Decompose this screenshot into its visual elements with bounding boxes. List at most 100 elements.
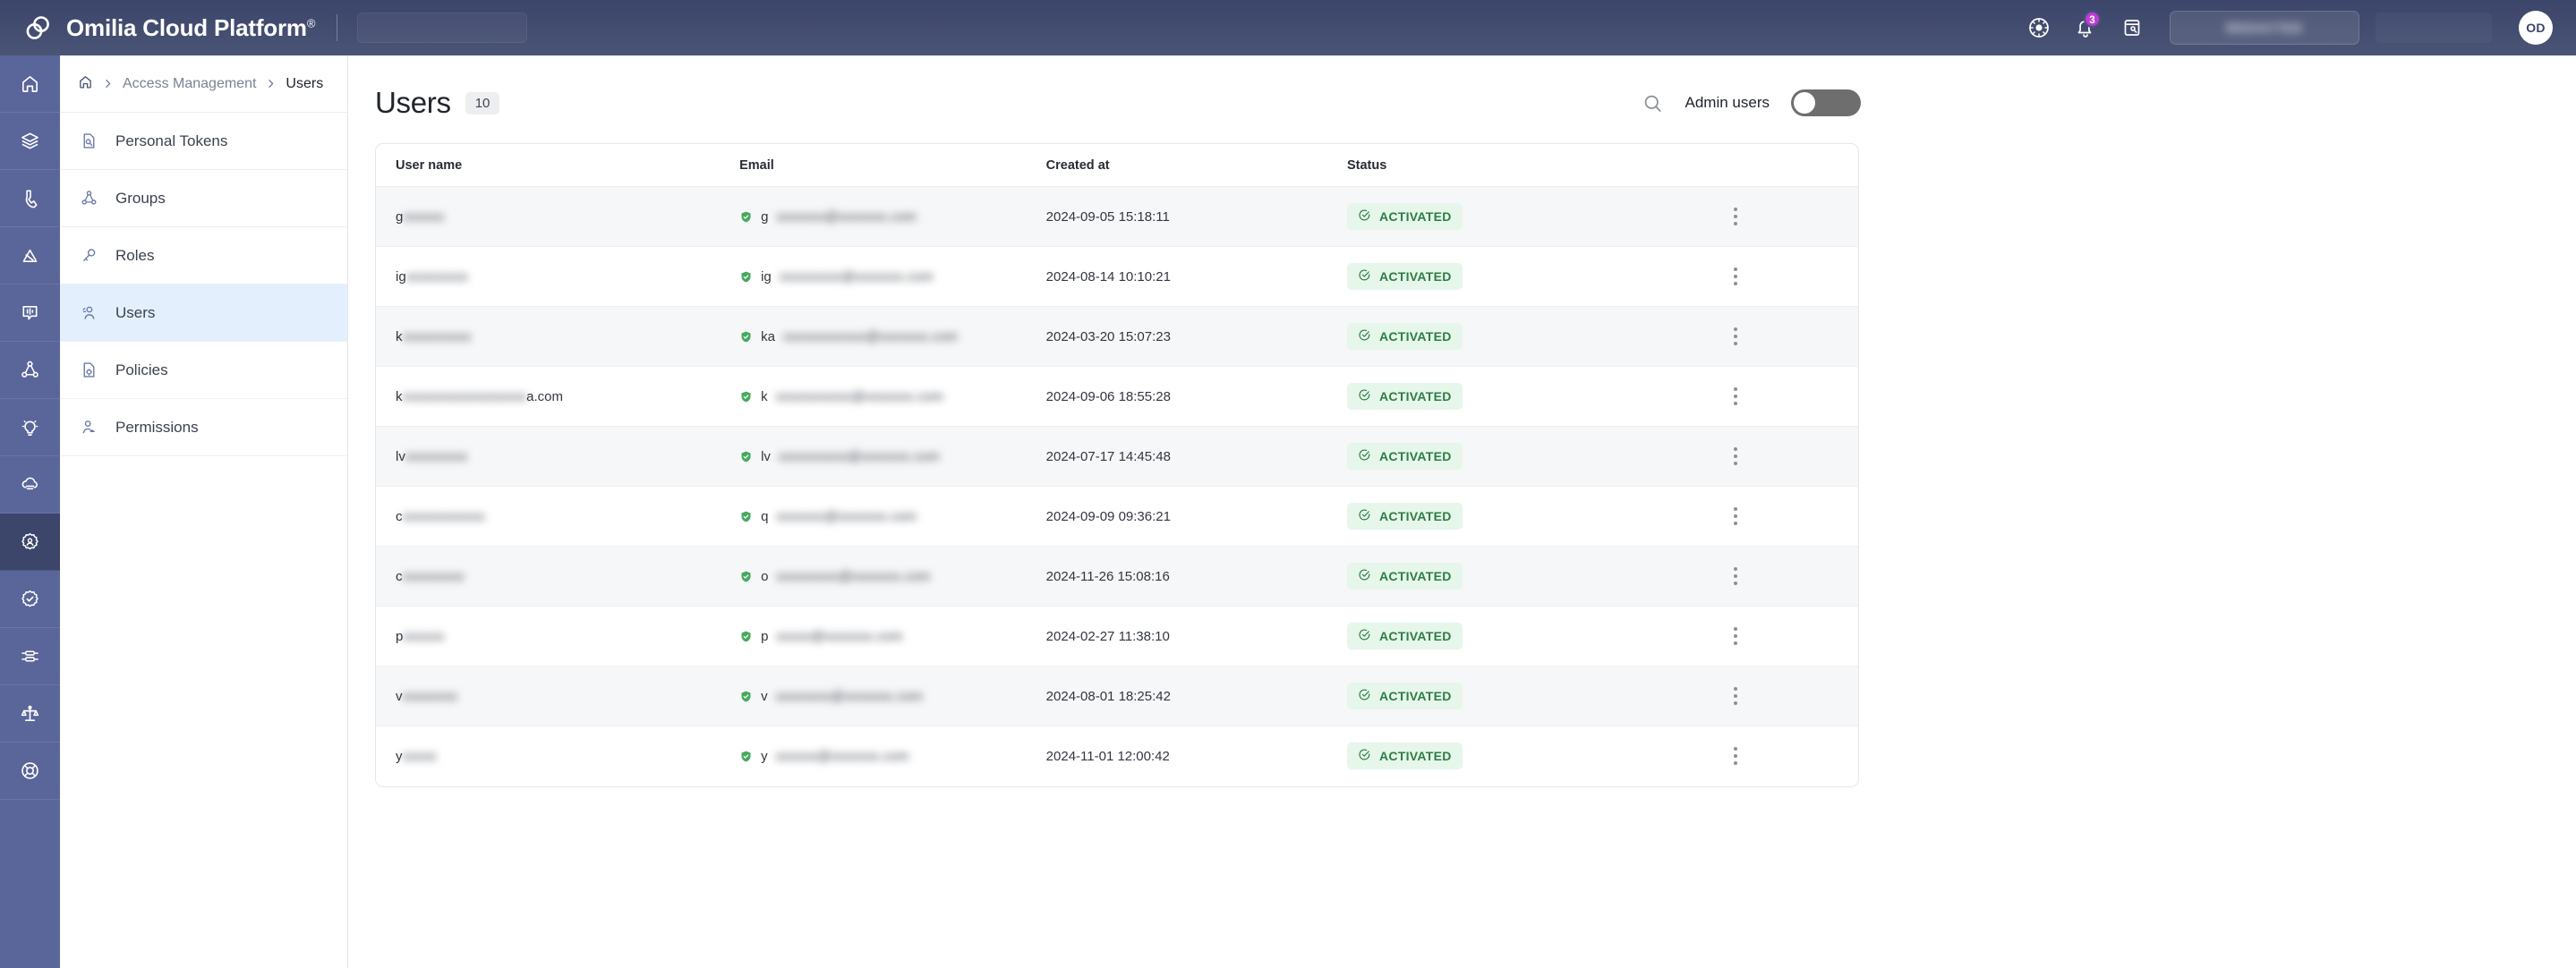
kebab-menu-icon[interactable]: [1722, 387, 1749, 405]
status-badge: ACTIVATED: [1347, 383, 1463, 410]
cell-status: ACTIVATED: [1347, 187, 1722, 247]
check-circle-icon: [1358, 268, 1371, 284]
cell-actions: [1722, 307, 1858, 367]
header-cta-button[interactable]: REDACTED: [2170, 11, 2359, 45]
table-row[interactable]: lvxxxxxxxxxlvxxxxxxxxxx@xxxxxxx.com2024-…: [376, 427, 1858, 487]
rail-item-home[interactable]: [0, 55, 60, 113]
note-edit-icon[interactable]: [2109, 4, 2155, 51]
brand-area[interactable]: Omilia Cloud Platform®: [23, 14, 315, 42]
header-secondary-slot[interactable]: [2376, 13, 2492, 43]
shield-check-icon: [739, 450, 753, 463]
cell-actions: [1722, 547, 1858, 607]
status-label: ACTIVATED: [1379, 629, 1452, 643]
breadcrumb-item-access-management[interactable]: Access Management: [123, 76, 256, 92]
cell-status: ACTIVATED: [1347, 247, 1722, 307]
table-row[interactable]: pxxxxxxpxxxxx@xxxxxxx.com2024-02-27 11:3…: [376, 607, 1858, 667]
kebab-menu-icon[interactable]: [1722, 507, 1749, 525]
cell-email: kaxxxxxxxxxxxx@xxxxxxx.com: [739, 307, 1046, 367]
sidebar-item-personal-tokens[interactable]: Personal Tokens: [60, 113, 347, 170]
email-prefix: y: [761, 749, 768, 764]
table-row[interactable]: kxxxxxxxxxxkaxxxxxxxxxxxx@xxxxxxx.com202…: [376, 307, 1858, 367]
page-title: Users: [375, 86, 451, 120]
rail-item-nodes-network[interactable]: [0, 342, 60, 399]
users-table: User name Email Created at Status gxxxxx…: [376, 144, 1858, 786]
cell-user-name: lvxxxxxxxxx: [376, 427, 739, 487]
column-header-user-name[interactable]: User name: [376, 144, 739, 187]
table-row[interactable]: cxxxxxxxxxxxxqxxxxxxx@xxxxxxx.com2024-09…: [376, 487, 1858, 547]
user-name-prefix: p: [396, 629, 403, 644]
search-icon[interactable]: [1642, 92, 1664, 115]
status-label: ACTIVATED: [1379, 209, 1452, 224]
cell-created-at: 2024-08-01 18:25:42: [1046, 667, 1347, 726]
status-label: ACTIVATED: [1379, 329, 1452, 344]
rail-item-balance-scales[interactable]: [0, 685, 60, 743]
sidebar-item-permissions[interactable]: Permissions: [60, 399, 347, 456]
rail-item-lifebuoy[interactable]: [0, 743, 60, 800]
kebab-menu-icon[interactable]: [1722, 447, 1749, 465]
header-context-field[interactable]: [357, 13, 527, 43]
cell-actions: [1722, 247, 1858, 307]
rail-item-cloud[interactable]: [0, 456, 60, 514]
table-row[interactable]: gxxxxxxgxxxxxxx@xxxxxxx.com2024-09-05 15…: [376, 187, 1858, 247]
cell-actions: [1722, 726, 1858, 786]
sidebar-item-roles[interactable]: Roles: [60, 227, 347, 284]
shield-check-icon: [739, 630, 753, 643]
rail-item-pipeline[interactable]: [0, 628, 60, 685]
toggle-knob: [1794, 92, 1815, 114]
secondary-navigation: Access Management Users Personal Tokens: [60, 55, 348, 968]
column-header-created-at[interactable]: Created at: [1046, 144, 1347, 187]
column-header-email[interactable]: Email: [739, 144, 1046, 187]
bell-icon[interactable]: 3: [2062, 4, 2109, 51]
cell-created-at: 2024-02-27 11:38:10: [1046, 607, 1347, 667]
table-row[interactable]: yxxxxxyxxxxxx@xxxxxxx.com2024-11-01 12:0…: [376, 726, 1858, 786]
brightness-icon[interactable]: [2016, 4, 2062, 51]
kebab-menu-icon[interactable]: [1722, 327, 1749, 345]
email-redacted: xxxxxx@xxxxxxx.com: [776, 749, 909, 764]
brand-title-text: Omilia Cloud Platform: [66, 14, 307, 41]
check-circle-icon: [1358, 688, 1371, 704]
status-label: ACTIVATED: [1379, 749, 1452, 763]
rail-item-access-management[interactable]: [0, 514, 60, 571]
table-row[interactable]: vxxxxxxxxvxxxxxxxx@xxxxxxx.com2024-08-01…: [376, 667, 1858, 726]
cell-status: ACTIVATED: [1347, 307, 1722, 367]
cell-user-name: igxxxxxxxxx: [376, 247, 739, 307]
chevron-right-icon: [102, 78, 114, 89]
status-badge: ACTIVATED: [1347, 503, 1463, 530]
shield-check-icon: [739, 390, 753, 403]
kebab-menu-icon[interactable]: [1722, 567, 1749, 585]
table-row[interactable]: igxxxxxxxxxigxxxxxxxxx@xxxxxxx.com2024-0…: [376, 247, 1858, 307]
table-row[interactable]: kxxxxxxxxxxxxxxxxxxa.comkxxxxxxxxxxx@xxx…: [376, 367, 1858, 427]
kebab-menu-icon[interactable]: [1722, 208, 1749, 225]
cell-created-at: 2024-09-09 09:36:21: [1046, 487, 1347, 547]
status-badge: ACTIVATED: [1347, 263, 1463, 290]
rail-item-lightbulb[interactable]: [0, 399, 60, 456]
rail-item-phone-call[interactable]: [0, 170, 60, 227]
admin-users-label: Admin users: [1685, 94, 1770, 112]
admin-users-toggle[interactable]: [1791, 89, 1861, 116]
rail-item-layers[interactable]: [0, 113, 60, 170]
cell-created-at: 2024-11-01 12:00:42: [1046, 726, 1347, 786]
kebab-menu-icon[interactable]: [1722, 747, 1749, 765]
status-badge: ACTIVATED: [1347, 203, 1463, 230]
user-name-redacted: xxxxxxxxx: [405, 449, 467, 464]
kebab-menu-icon[interactable]: [1722, 687, 1749, 705]
avatar[interactable]: OD: [2519, 11, 2553, 45]
rail-item-speech-analytics[interactable]: [0, 284, 60, 342]
column-header-status[interactable]: Status: [1347, 144, 1722, 187]
user-name-suffix: a.com: [526, 389, 563, 404]
shield-check-icon: [739, 750, 753, 763]
key-icon: [78, 246, 99, 265]
sidebar-item-groups[interactable]: Groups: [60, 170, 347, 227]
status-badge: ACTIVATED: [1347, 683, 1463, 709]
kebab-menu-icon[interactable]: [1722, 627, 1749, 645]
table-row[interactable]: cxxxxxxxxxoxxxxxxxxx@xxxxxxx.com2024-11-…: [376, 547, 1858, 607]
breadcrumb-item-users[interactable]: Users: [286, 76, 323, 92]
sidebar-item-policies[interactable]: Policies: [60, 342, 347, 399]
rail-item-verified-badge[interactable]: [0, 571, 60, 628]
cell-user-name: vxxxxxxxx: [376, 667, 739, 726]
cell-user-name: cxxxxxxxxx: [376, 547, 739, 607]
sidebar-item-users[interactable]: Users: [60, 284, 347, 342]
home-icon[interactable]: [78, 74, 93, 94]
rail-item-analytics[interactable]: [0, 227, 60, 284]
kebab-menu-icon[interactable]: [1722, 267, 1749, 285]
